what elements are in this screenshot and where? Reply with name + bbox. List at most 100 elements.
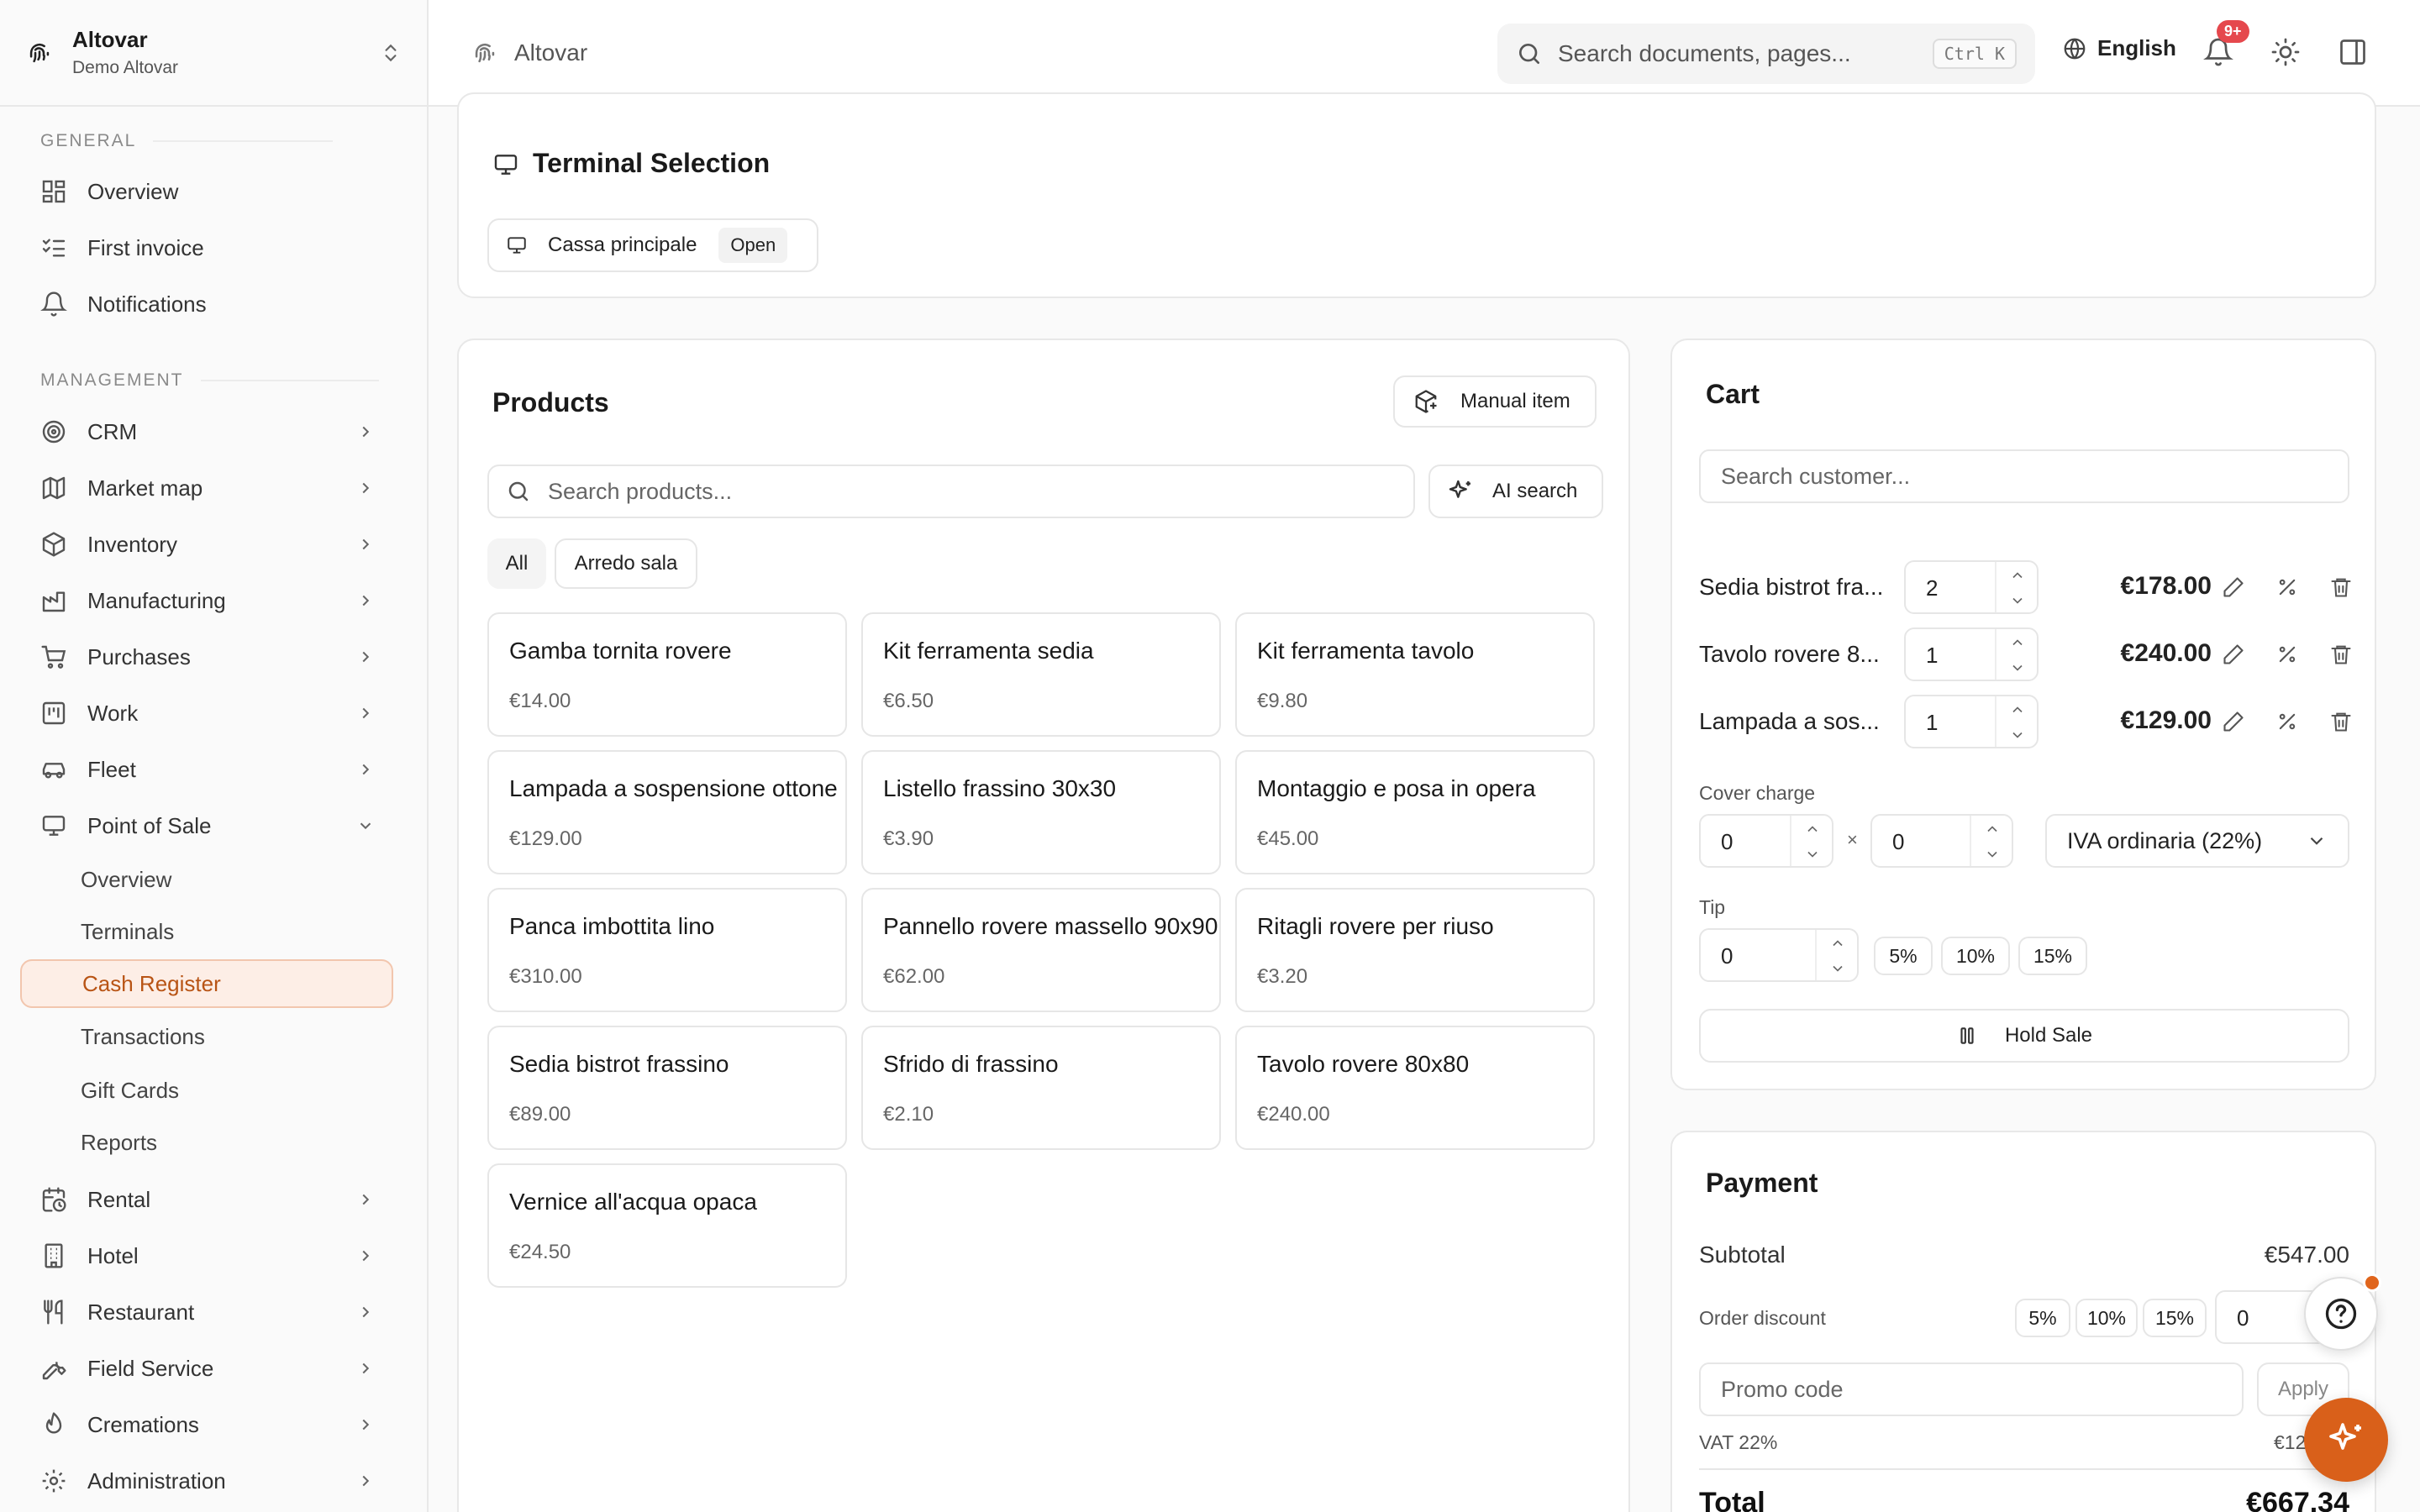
chevron-up-icon[interactable] [1804, 821, 1821, 837]
percent-icon[interactable] [2275, 710, 2299, 733]
product-card[interactable]: Kit ferramenta sedia €6.50 [861, 612, 1221, 737]
customer-search-input[interactable]: Search customer... [1699, 449, 2349, 503]
product-search-input[interactable]: Search products... [487, 465, 1415, 518]
pencil-icon[interactable] [2222, 575, 2245, 599]
discount-10-button[interactable]: 10% [2075, 1299, 2138, 1337]
sidebar-item-purchases[interactable]: Purchases [20, 633, 393, 681]
chevron-down-icon[interactable] [2009, 727, 2026, 743]
chevron-up-icon[interactable] [2009, 701, 2026, 718]
cart-title: Cart [1706, 379, 1760, 409]
chevron-down-icon[interactable] [1984, 846, 2001, 863]
product-card[interactable]: Tavolo rovere 80x80 €240.00 [1235, 1026, 1595, 1150]
trash-icon[interactable] [2329, 710, 2353, 733]
panel-toggle-icon[interactable] [2338, 37, 2368, 67]
chevron-up-icon[interactable] [1829, 935, 1846, 952]
flame-icon [45, 1412, 62, 1434]
payment-title: Payment [1706, 1168, 1818, 1198]
sidebar-subitem-cash-register[interactable]: Cash Register [20, 959, 393, 1008]
sidebar-item-notifications[interactable]: Notifications [20, 280, 393, 328]
notification-badge: 9+ [2217, 20, 2249, 43]
product-card[interactable]: Sedia bistrot frassino €89.00 [487, 1026, 847, 1150]
sidebar-item-point-of-sale[interactable]: Point of Sale [20, 801, 393, 850]
global-search-input[interactable]: Search documents, pages... Ctrl K [1497, 24, 2035, 84]
sidebar-item-cremations[interactable]: Cremations [20, 1400, 393, 1449]
org-name: Altovar [72, 27, 148, 52]
tip-10-button[interactable]: 10% [1941, 937, 2010, 975]
pencil-icon[interactable] [2222, 643, 2245, 666]
chevron-down-icon[interactable] [2009, 659, 2026, 676]
sidebar-subitem-gift-cards[interactable]: Gift Cards [20, 1066, 393, 1115]
sidebar-item-hotel[interactable]: Hotel [20, 1231, 393, 1280]
product-card[interactable]: Listello frassino 30x30 €3.90 [861, 750, 1221, 874]
sidebar-item-field-service[interactable]: Field Service [20, 1344, 393, 1393]
sidebar-item-administration[interactable]: Administration [20, 1457, 393, 1505]
sidebar-subitem-reports[interactable]: Reports [20, 1118, 393, 1167]
cover-price-stepper[interactable]: 0 [1870, 814, 2013, 868]
sidebar-item-first-invoice[interactable]: First invoice [20, 223, 393, 272]
language-switcher[interactable]: English [2062, 35, 2176, 61]
chevron-down-icon[interactable] [2009, 592, 2026, 609]
org-switcher[interactable]: Altovar Demo Altovar [0, 0, 427, 107]
cart-icon [41, 645, 66, 669]
chevron-up-icon[interactable] [2009, 634, 2026, 651]
terminal-option[interactable]: Cassa principale Open [487, 218, 818, 272]
product-card[interactable]: Gamba tornita rovere €14.00 [487, 612, 847, 737]
quantity-stepper[interactable]: 2 [1904, 560, 2039, 614]
factory-icon [42, 591, 66, 612]
chevron-down-icon[interactable] [1804, 846, 1821, 863]
sun-icon[interactable] [2270, 37, 2301, 67]
product-card[interactable]: Montaggio e posa in opera €45.00 [1235, 750, 1595, 874]
sidebar-item-fleet[interactable]: Fleet [20, 745, 393, 794]
multiply-sign: × [1847, 829, 1858, 850]
chevron-right-icon [362, 651, 370, 663]
sidebar-subitem-terminals[interactable]: Terminals [20, 907, 393, 956]
ai-search-button[interactable]: AI search [1428, 465, 1603, 518]
product-card[interactable]: Pannello rovere massello 90x90 €62.00 [861, 888, 1221, 1012]
trash-icon[interactable] [2329, 643, 2353, 666]
breadcrumb[interactable]: Altovar [471, 39, 587, 67]
sidebar-item-work[interactable]: Work [20, 689, 393, 738]
product-card[interactable]: Sfrido di frassino €2.10 [861, 1026, 1221, 1150]
bell-icon [40, 291, 67, 317]
chevron-down-icon[interactable] [1829, 960, 1846, 977]
ai-assistant-button[interactable] [2304, 1398, 2388, 1482]
product-card[interactable]: Lampada a sospensione ottone €129.00 [487, 750, 847, 874]
promo-code-input[interactable]: Promo code [1699, 1362, 2244, 1416]
tip-15-button[interactable]: 15% [2018, 937, 2087, 975]
hold-sale-button[interactable]: Hold Sale [1699, 1009, 2349, 1063]
cover-quantity-stepper[interactable]: 0 [1699, 814, 1833, 868]
manual-item-button[interactable]: Manual item [1393, 375, 1597, 428]
pencil-icon[interactable] [2222, 710, 2245, 733]
product-card[interactable]: Ritagli rovere per riuso €3.20 [1235, 888, 1595, 1012]
quantity-stepper[interactable]: 1 [1904, 695, 2039, 748]
sidebar-item-manufacturing[interactable]: Manufacturing [20, 576, 393, 625]
percent-icon[interactable] [2275, 575, 2299, 599]
tip-5-button[interactable]: 5% [1874, 937, 1933, 975]
sidebar-item-rental[interactable]: Rental [20, 1175, 393, 1224]
sidebar-subitem-pos-overview[interactable]: Overview [20, 855, 393, 904]
shortcut-hint: Ctrl K [1932, 39, 2017, 69]
monitor-icon [494, 155, 518, 175]
discount-5-button[interactable]: 5% [2015, 1299, 2070, 1337]
chevron-up-icon[interactable] [2009, 567, 2026, 584]
filter-chip-all[interactable]: All [487, 538, 546, 589]
discount-15-button[interactable]: 15% [2143, 1299, 2207, 1337]
sidebar-item-crm[interactable]: CRM [20, 407, 393, 456]
product-card[interactable]: Vernice all'acqua opaca €24.50 [487, 1163, 847, 1288]
tip-stepper[interactable]: 0 [1699, 928, 1859, 982]
sidebar-item-restaurant[interactable]: Restaurant [20, 1288, 393, 1336]
quantity-stepper[interactable]: 1 [1904, 627, 2039, 681]
fingerprint-icon [29, 43, 50, 62]
chevron-up-icon[interactable] [1984, 821, 2001, 837]
sparkles-icon [1449, 480, 1470, 498]
product-card[interactable]: Kit ferramenta tavolo €9.80 [1235, 612, 1595, 737]
sidebar-item-market-map[interactable]: Market map [20, 464, 393, 512]
sidebar-subitem-transactions[interactable]: Transactions [20, 1012, 393, 1061]
vat-rate-select[interactable]: IVA ordinaria (22%) [2045, 814, 2349, 868]
sidebar-item-inventory[interactable]: Inventory [20, 520, 393, 569]
product-card[interactable]: Panca imbottita lino €310.00 [487, 888, 847, 1012]
trash-icon[interactable] [2329, 575, 2353, 599]
filter-chip-arredo-sala[interactable]: Arredo sala [555, 538, 697, 589]
sidebar-item-overview[interactable]: Overview [20, 167, 393, 216]
percent-icon[interactable] [2275, 643, 2299, 666]
